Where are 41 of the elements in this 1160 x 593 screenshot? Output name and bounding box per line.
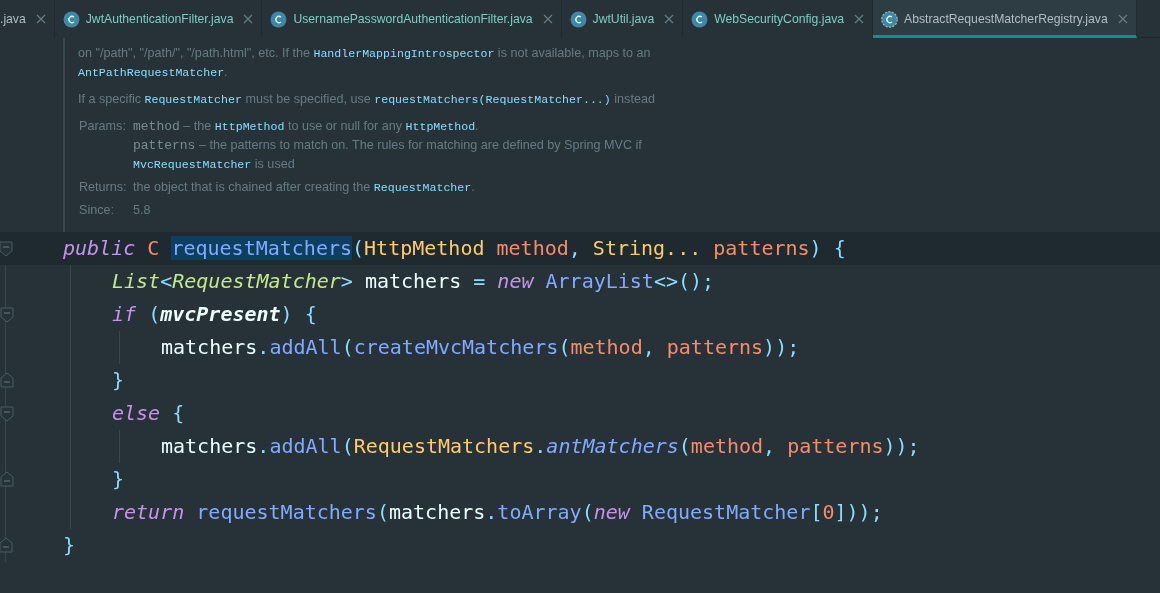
fold-icon[interactable] <box>0 471 14 487</box>
code-line: List<RequestMatcher> matchers = new ArrayList<>(); <box>112 268 715 295</box>
class-icon <box>62 10 80 28</box>
param-description: method – the HttpMethod to use or null for any HttpMethod. <box>133 118 480 136</box>
fold-icon[interactable] <box>0 537 13 553</box>
close-icon[interactable] <box>243 14 254 24</box>
class-icon <box>270 10 288 28</box>
code-line: } <box>63 532 76 559</box>
fold-icon[interactable] <box>0 241 13 257</box>
editor-tab[interactable]: WebSecurityConfig.java <box>683 0 874 38</box>
editor-tab[interactable]: UsernamePasswordAuthenticationFilter.java <box>262 0 562 38</box>
since-version: 5.8 <box>133 203 151 217</box>
editor-tab[interactable]: JwtAuthenticationFilter.java <box>54 0 263 38</box>
doc-paragraph: If a specific RequestMatcher must be specified, use requestMatchers(RequestMatcher...) instead <box>78 91 656 108</box>
fold-icon[interactable] <box>0 372 14 388</box>
close-icon[interactable] <box>1117 14 1128 24</box>
since-label: Since: <box>79 202 115 219</box>
close-icon[interactable] <box>664 14 675 24</box>
close-icon[interactable] <box>542 14 553 24</box>
code-line: } <box>112 466 125 493</box>
class-icon <box>691 10 709 28</box>
code-line: } <box>112 367 125 394</box>
editor-tab[interactable]: AbstractRequestMatcherRegistry.java <box>873 0 1137 38</box>
editor-tab[interactable]: .java <box>0 0 55 38</box>
returns-description: the object that is chained after creating the RequestMatcher. <box>133 179 476 196</box>
editor-tab[interactable]: JwtUtil.java <box>561 0 684 38</box>
close-icon[interactable] <box>35 14 46 24</box>
code-line: public C requestMatchers(HttpMethod method, String... patterns) { <box>63 235 846 262</box>
code-line: else { <box>112 400 185 427</box>
code-line: if (mvcPresent) { <box>112 301 317 328</box>
abstract-class-icon <box>881 10 899 28</box>
params-label: Params: <box>79 118 127 135</box>
doc-paragraph: on "/path", "/path/", "/path.html", etc. If the HandlerMappingIntrospector is not available, maps to an AntPathRequestMatcher. <box>78 45 652 81</box>
code-line: matchers.addAll(createMvcMatchers(method, patterns)); <box>161 334 800 361</box>
code-line: return requestMatchers(matchers.toArray(new RequestMatcher[0])); <box>112 499 883 526</box>
code-line: matchers.addAll(RequestMatchers.antMatchers(method, patterns)); <box>161 433 920 460</box>
fold-icon[interactable] <box>0 307 14 323</box>
fold-icon[interactable] <box>0 406 14 422</box>
returns-label: Returns: <box>79 179 128 196</box>
close-icon[interactable] <box>854 14 865 24</box>
class-icon <box>569 10 587 28</box>
